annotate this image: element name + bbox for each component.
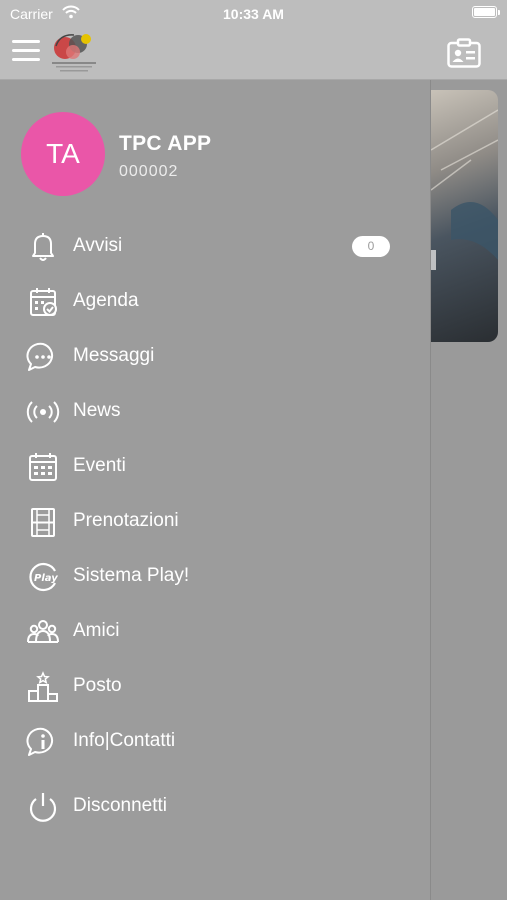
podium-icon [28, 671, 58, 702]
menu-item-posto[interactable]: Posto [0, 659, 431, 714]
menu-item-prenotazioni[interactable]: Prenotazioni [0, 494, 431, 549]
banner-image[interactable] [431, 90, 498, 342]
svg-text:Play: Play [34, 573, 58, 584]
menu-item-disconnetti[interactable]: Disconnetti [0, 779, 431, 834]
menu-label: Agenda [73, 290, 139, 311]
menu-label: Prenotazioni [73, 510, 179, 531]
side-drawer: TA TPC APP 000002 Avvisi 0 Agenda Messag… [0, 80, 431, 900]
calendar-check-icon [30, 288, 57, 316]
menu-label: Sistema Play! [73, 565, 190, 586]
menu-label: Amici [73, 620, 120, 641]
menu-item-eventi[interactable]: Eventi [0, 439, 431, 494]
menu-item-sistema-play[interactable]: Play Sistema Play! [0, 549, 431, 604]
menu-item-news[interactable]: News [0, 384, 431, 439]
menu-item-agenda[interactable]: Agenda [0, 274, 431, 329]
battery-icon [472, 6, 500, 18]
chat-bubble-icon [26, 342, 54, 371]
menu-label: Eventi [73, 455, 126, 476]
calendar-grid-icon [29, 453, 57, 481]
menu-label: Messaggi [73, 345, 155, 366]
status-bar: Carrier 10:33 AM [0, 0, 507, 28]
club-logo [52, 34, 96, 72]
info-icon [26, 727, 54, 756]
menu-item-info-contatti[interactable]: Info|Contatti [0, 714, 431, 769]
notification-badge: 0 [352, 236, 390, 257]
main-content [431, 80, 507, 900]
user-name: TPC APP [119, 132, 212, 155]
broadcast-icon [26, 401, 60, 423]
menu-label: Disconnetti [73, 795, 167, 816]
power-icon [29, 793, 57, 822]
bell-icon [32, 233, 54, 261]
menu-label: Posto [73, 675, 122, 696]
menu-label: Info|Contatti [73, 730, 176, 751]
id-card-icon[interactable] [447, 38, 481, 68]
user-id: 000002 [119, 163, 179, 180]
court-booking-icon [31, 508, 55, 537]
menu-label: News [73, 400, 121, 421]
hamburger-icon[interactable] [12, 40, 42, 62]
menu-item-messaggi[interactable]: Messaggi [0, 329, 431, 384]
avatar[interactable]: TA [21, 112, 105, 196]
menu-item-amici[interactable]: Amici [0, 604, 431, 659]
friends-icon [27, 620, 59, 643]
menu-label: Avvisi [73, 235, 123, 256]
app-header [0, 28, 507, 80]
battery-level [474, 8, 495, 16]
clock: 10:33 AM [223, 6, 284, 22]
play-icon: Play [29, 562, 58, 592]
menu-item-avvisi[interactable]: Avvisi 0 [0, 219, 431, 274]
